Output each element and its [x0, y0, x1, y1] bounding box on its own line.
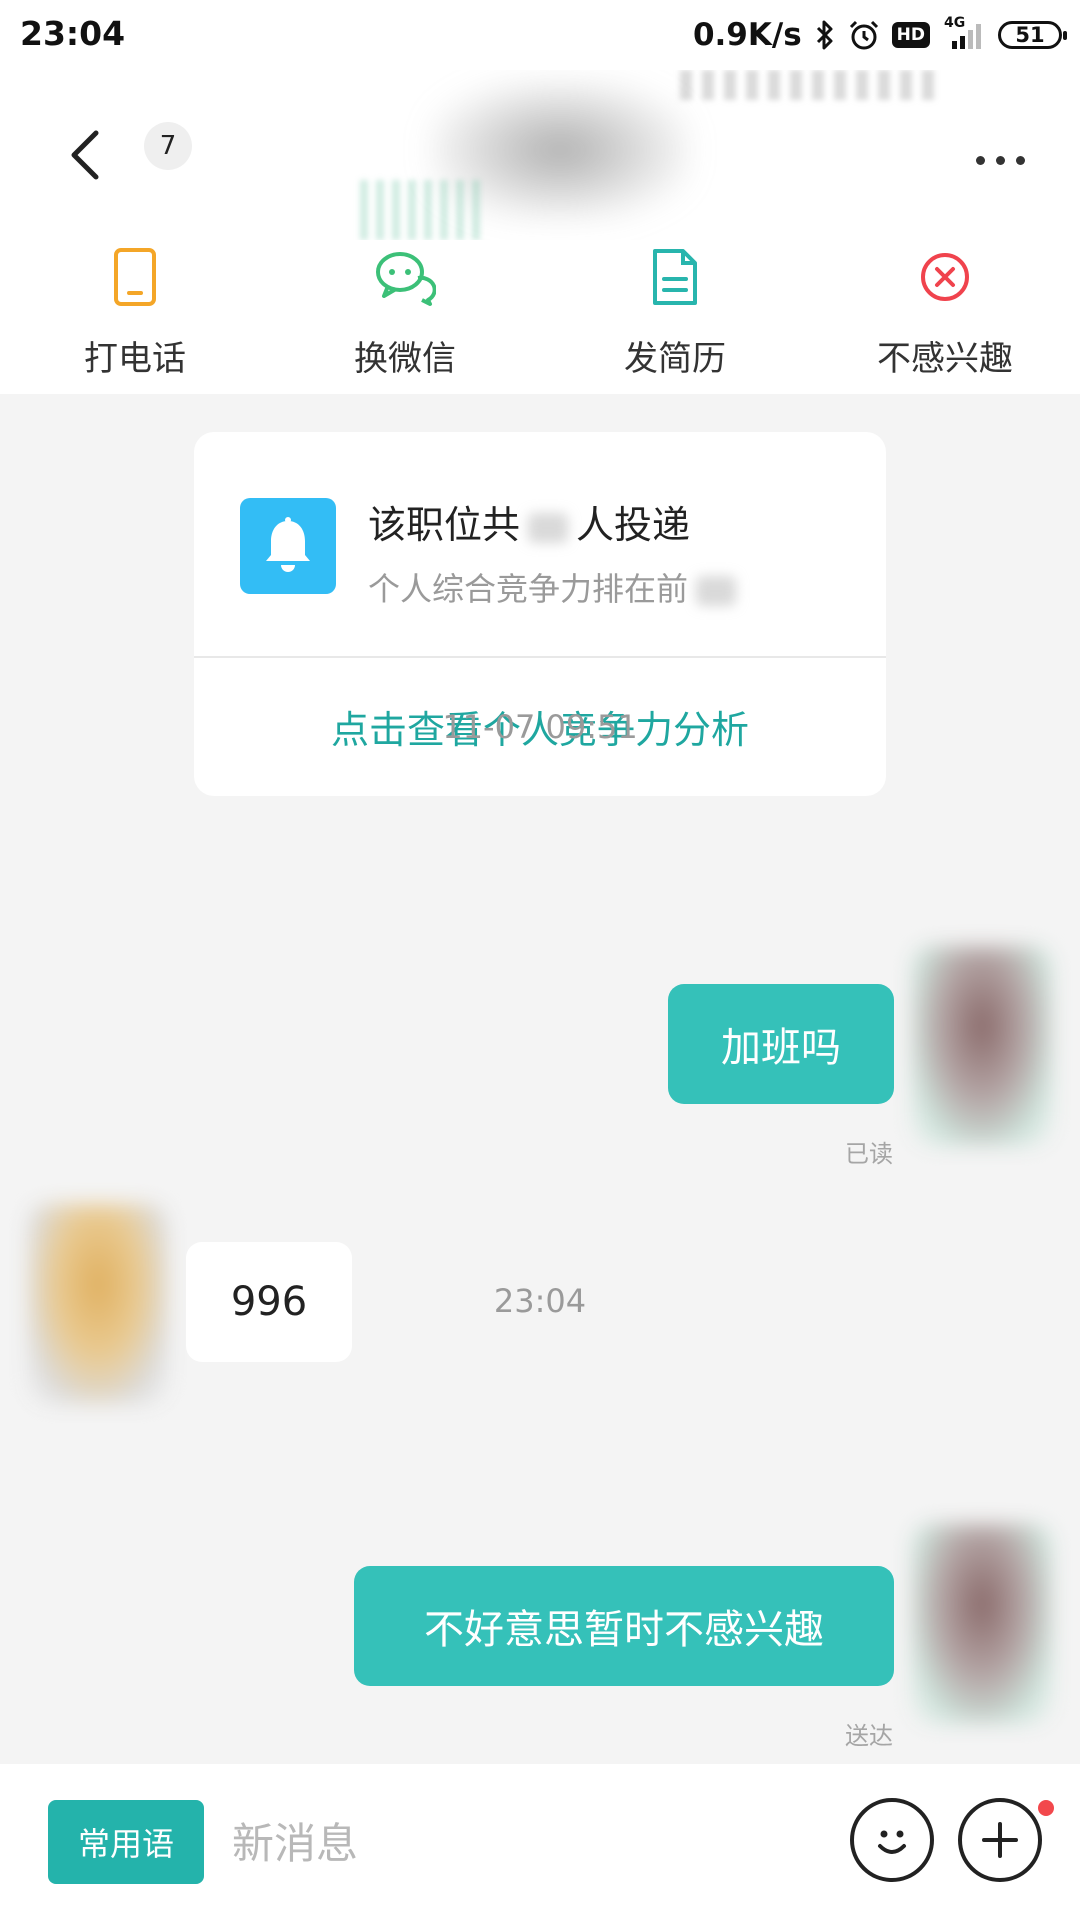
wechat-action[interactable]: 换微信: [270, 230, 540, 380]
chat-area[interactable]: 该职位共 人投递 个人综合竞争力排在前 点击查看个人竞争力分析 11-07 09:…: [0, 394, 1080, 1764]
status-bar: 23:04 0.9K/s HD 4G 51: [0, 0, 1080, 70]
phone-icon: [100, 242, 170, 311]
competitiveness-rank-text: 个人综合竞争力排在前: [368, 564, 744, 610]
back-button[interactable]: [60, 120, 110, 190]
bell-icon: [240, 498, 336, 594]
emoji-icon: [878, 1830, 906, 1854]
message-timestamp: 11-07 09:51: [442, 708, 638, 746]
redacted-count: [528, 512, 569, 543]
contact-title-blurred: [200, 70, 960, 240]
rank-prefix: 个人综合竞争力排在前: [368, 570, 689, 608]
more-actions-button[interactable]: [958, 1798, 1042, 1882]
call-label: 打电话: [84, 339, 186, 379]
sent-message-bubble[interactable]: 加班吗: [668, 984, 894, 1104]
wechat-icon: [370, 242, 440, 311]
wechat-label: 换微信: [354, 339, 456, 379]
delivered-receipt: 送达: [845, 1722, 893, 1750]
send-resume-action[interactable]: 发简历: [540, 230, 810, 380]
more-dot: [975, 155, 985, 165]
battery-icon: 51: [998, 21, 1067, 49]
network-speed: 0.9K/s: [692, 17, 802, 53]
message-timestamp: 23:04: [493, 1282, 587, 1320]
chevron-left-icon: [71, 130, 99, 180]
quick-actions: 打电话 换微信 发简历 不感兴趣: [0, 230, 1080, 380]
chat-header: 7 打电话 换微信 发简历 不感兴趣: [0, 70, 1080, 394]
applicant-count-text: 该职位共 人投递: [368, 494, 690, 549]
message-input[interactable]: [230, 1792, 804, 1894]
notification-dot: [1038, 1800, 1054, 1816]
quick-phrases-button[interactable]: 常用语: [48, 1800, 204, 1884]
more-dot: [995, 155, 1005, 165]
battery-level: 51: [1015, 23, 1045, 47]
redacted-rank: [696, 576, 737, 606]
applicant-count-suffix: 人投递: [576, 503, 691, 547]
read-receipt: 已读: [845, 1140, 893, 1168]
status-time: 23:04: [20, 14, 126, 53]
more-dot: [1015, 155, 1025, 165]
hd-icon: HD: [891, 22, 930, 48]
my-avatar[interactable]: [912, 1524, 1052, 1724]
not-interested-label: 不感兴趣: [877, 339, 1013, 379]
applicant-count-prefix: 该职位共: [368, 503, 521, 547]
bluetooth-icon: [814, 19, 836, 51]
signal-icon: 4G: [942, 15, 986, 51]
unread-count-badge: 7: [144, 122, 192, 170]
resume-icon: [640, 242, 710, 311]
my-avatar[interactable]: [912, 946, 1052, 1146]
network-type: 4G: [944, 15, 966, 31]
notice-card-body: 该职位共 人投递 个人综合竞争力排在前: [194, 432, 886, 658]
call-action[interactable]: 打电话: [0, 230, 270, 380]
not-interested-action[interactable]: 不感兴趣: [810, 230, 1080, 380]
resume-label: 发简历: [624, 339, 726, 379]
sent-message-bubble[interactable]: 不好意思暂时不感兴趣: [354, 1566, 894, 1686]
alarm-icon: [848, 19, 880, 51]
emoji-button[interactable]: [850, 1798, 934, 1882]
status-icons: 0.9K/s HD 4G 51: [692, 12, 1067, 58]
plus-icon: [982, 1822, 1018, 1858]
input-bar: 常用语: [0, 1764, 1080, 1920]
more-options-button[interactable]: [960, 140, 1040, 180]
not-interested-icon: [910, 242, 980, 311]
